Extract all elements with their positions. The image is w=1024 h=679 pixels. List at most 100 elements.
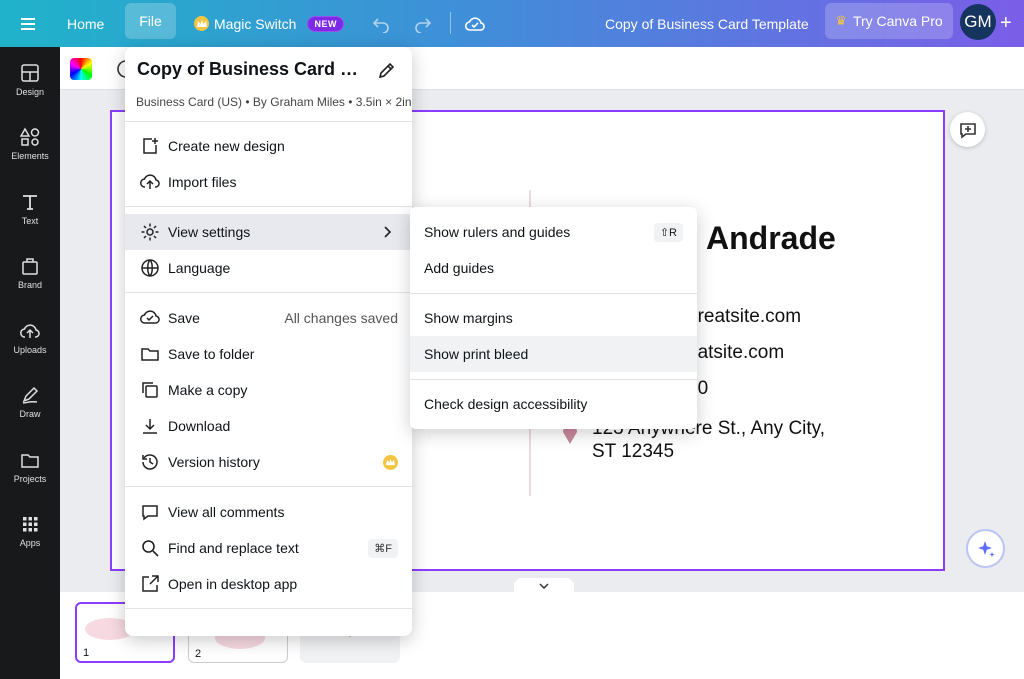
folder-icon bbox=[140, 344, 160, 364]
page-number: 2 bbox=[195, 648, 202, 660]
menu-item-create-new[interactable]: Create new design bbox=[125, 128, 412, 164]
text-icon bbox=[23, 195, 37, 210]
menu-item-make-copy[interactable]: Make a copy bbox=[125, 372, 412, 408]
try-canva-pro-button[interactable]: ♛ Try Canva Pro bbox=[825, 3, 953, 39]
add-collaborator-button[interactable]: + bbox=[1000, 0, 1012, 47]
menu-item-open-desktop[interactable]: Open in desktop app bbox=[125, 566, 412, 602]
pencil-icon[interactable] bbox=[377, 60, 397, 80]
submenu-item-label: Add guides bbox=[424, 260, 495, 276]
home-button[interactable]: Home bbox=[67, 0, 104, 47]
cloud-save-icon[interactable] bbox=[465, 0, 485, 47]
crown-icon bbox=[194, 16, 209, 31]
card-email-text[interactable]: greatsite.com bbox=[687, 306, 801, 328]
crown-icon: ♛ bbox=[835, 13, 847, 28]
chevron-right-icon bbox=[384, 226, 392, 238]
design-icon bbox=[21, 64, 39, 82]
sidebar-item-brand[interactable]: Brand bbox=[0, 256, 60, 290]
cloud-upload-icon bbox=[140, 172, 160, 192]
menu-item-view-comments[interactable]: View all comments bbox=[125, 494, 412, 530]
sidebar-item-label: Brand bbox=[17, 280, 43, 290]
card-website-text[interactable]: eatsite.com bbox=[687, 342, 784, 364]
divider bbox=[125, 486, 412, 487]
divider bbox=[125, 206, 412, 207]
submenu-item-rulers[interactable]: Show rulers and guides ⇧R bbox=[410, 214, 697, 250]
elements-icon bbox=[20, 127, 40, 146]
add-comment-button[interactable] bbox=[950, 112, 985, 147]
file-menu-button[interactable]: File bbox=[125, 3, 176, 39]
menu-item-label: Create new design bbox=[168, 138, 285, 154]
cloud-check-icon bbox=[140, 308, 160, 328]
view-settings-submenu: Show rulers and guides ⇧R Add guides Sho… bbox=[410, 207, 697, 429]
submenu-item-label: Show print bleed bbox=[424, 346, 529, 362]
submenu-item-print-bleed[interactable]: Show print bleed bbox=[410, 336, 697, 372]
divider bbox=[410, 293, 697, 294]
submenu-item-label: Show rulers and guides bbox=[424, 224, 571, 240]
uploads-icon bbox=[20, 324, 40, 338]
submenu-item-accessibility[interactable]: Check design accessibility bbox=[410, 386, 697, 422]
avatar[interactable]: GM bbox=[960, 4, 996, 40]
file-menu: Copy of Business Card Temp... Business C… bbox=[125, 47, 412, 636]
sidebar-item-label: Elements bbox=[11, 151, 49, 161]
menu-item-language[interactable]: Language bbox=[125, 250, 412, 286]
menu-item-label: Import files bbox=[168, 174, 237, 190]
menu-item-label: Find and replace text bbox=[168, 540, 299, 556]
menu-item-view-settings[interactable]: View settings bbox=[125, 214, 412, 250]
left-sidebar: Design Elements Text Brand Uploads Draw … bbox=[0, 47, 60, 679]
projects-icon bbox=[21, 454, 39, 468]
globe-icon bbox=[140, 258, 160, 278]
color-swatch[interactable] bbox=[70, 58, 92, 80]
comment-icon bbox=[140, 502, 160, 522]
menu-item-label: Save bbox=[168, 310, 200, 326]
comment-icon bbox=[959, 122, 976, 139]
menu-item-find-replace[interactable]: Find and replace text ⌘F bbox=[125, 530, 412, 566]
menu-item-save-to-folder[interactable]: Save to folder bbox=[125, 336, 412, 372]
menu-item-label: Save to folder bbox=[168, 346, 255, 362]
redo-icon[interactable] bbox=[414, 0, 432, 47]
menu-design-subtitle: Business Card (US) • By Graham Miles • 3… bbox=[136, 95, 412, 109]
menu-design-title[interactable]: Copy of Business Card Temp... bbox=[137, 59, 367, 80]
menu-item-label: Version history bbox=[168, 454, 260, 470]
sidebar-item-uploads[interactable]: Uploads bbox=[0, 321, 60, 355]
document-title[interactable]: Copy of Business Card Template bbox=[605, 0, 809, 47]
sidebar-item-projects[interactable]: Projects bbox=[0, 450, 60, 484]
submenu-item-label: Show margins bbox=[424, 310, 513, 326]
submenu-item-margins[interactable]: Show margins bbox=[410, 300, 697, 336]
menu-item-label: Language bbox=[168, 260, 231, 276]
sidebar-item-draw[interactable]: Draw bbox=[0, 385, 60, 419]
menu-item-download[interactable]: Download bbox=[125, 408, 412, 444]
save-status: All changes saved bbox=[284, 310, 398, 326]
divider bbox=[410, 379, 697, 380]
new-document-icon bbox=[140, 136, 160, 156]
magic-switch-button[interactable]: Magic Switch NEW bbox=[194, 0, 344, 47]
submenu-item-add-guides[interactable]: Add guides bbox=[410, 250, 697, 286]
menu-item-save[interactable]: Save All changes saved bbox=[125, 300, 412, 336]
sidebar-item-text[interactable]: Text bbox=[0, 192, 60, 226]
menu-item-import[interactable]: Import files bbox=[125, 164, 412, 200]
submenu-item-label: Check design accessibility bbox=[424, 396, 588, 412]
card-name-text[interactable]: Andrade bbox=[706, 220, 836, 257]
page-number: 1 bbox=[83, 647, 90, 659]
sidebar-item-apps[interactable]: Apps bbox=[0, 514, 60, 548]
sidebar-item-elements[interactable]: Elements bbox=[0, 127, 60, 161]
external-link-icon bbox=[140, 574, 160, 594]
new-badge: NEW bbox=[307, 15, 344, 32]
sidebar-item-label: Projects bbox=[13, 474, 47, 484]
draw-icon bbox=[22, 386, 39, 404]
divider bbox=[125, 608, 412, 609]
menu-item-version-history[interactable]: Version history bbox=[125, 444, 412, 480]
sidebar-item-label: Text bbox=[21, 216, 39, 226]
divider bbox=[450, 12, 451, 34]
divider bbox=[125, 121, 412, 122]
top-bar: Home File Magic Switch NEW Copy of Busin… bbox=[0, 0, 1024, 47]
sparkle-icon bbox=[977, 540, 994, 557]
menu-item-label: Open in desktop app bbox=[168, 576, 298, 592]
menu-item-label: Download bbox=[168, 418, 231, 434]
magic-assistant-button[interactable] bbox=[966, 529, 1005, 568]
hamburger-menu-icon[interactable] bbox=[16, 0, 40, 47]
history-icon bbox=[140, 452, 160, 472]
sidebar-item-label: Apps bbox=[19, 538, 41, 548]
menu-item-label: Make a copy bbox=[168, 382, 248, 398]
undo-icon[interactable] bbox=[372, 0, 390, 47]
sidebar-item-design[interactable]: Design bbox=[0, 63, 60, 97]
menu-item-label: View all comments bbox=[168, 504, 285, 520]
